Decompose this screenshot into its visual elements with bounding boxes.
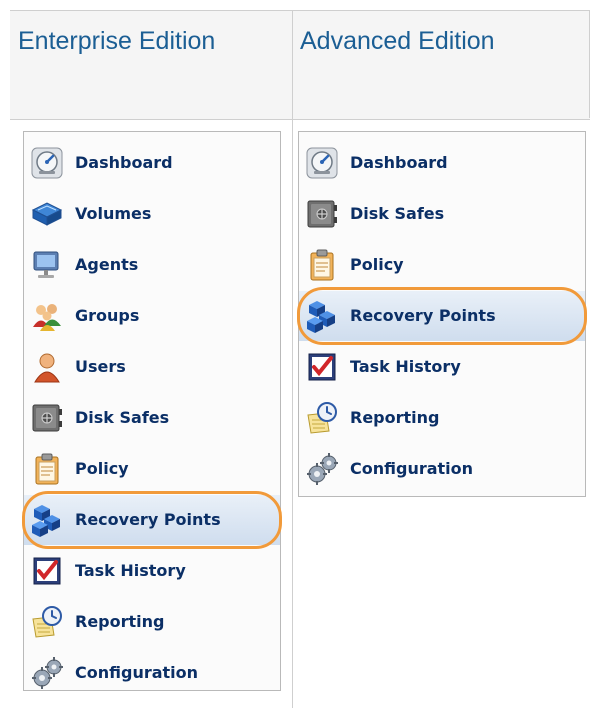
enterprise-edition-heading: Enterprise Edition — [18, 27, 216, 55]
header-cell-enterprise: Enterprise Edition — [10, 11, 292, 119]
task-history-icon — [305, 350, 339, 384]
policy-icon — [30, 452, 64, 486]
volumes-icon — [30, 197, 64, 231]
table-header-row: Enterprise Edition Advanced Edition — [10, 10, 590, 120]
advanced-nav-item-policy[interactable]: Policy — [299, 240, 585, 290]
enterprise-nav-item-configuration[interactable]: Configuration — [24, 648, 280, 698]
enterprise-nav-item-disk-safes[interactable]: Disk Safes — [24, 393, 280, 443]
advanced-edition-heading: Advanced Edition — [300, 27, 495, 55]
disk-safe-icon — [30, 401, 64, 435]
advanced-nav-item-reporting[interactable]: Reporting — [299, 393, 585, 443]
nav-item-label: Dashboard — [350, 153, 448, 172]
advanced-nav-item-configuration[interactable]: Configuration — [299, 444, 585, 494]
enterprise-nav-item-task-history[interactable]: Task History — [24, 546, 280, 596]
nav-item-label: Policy — [350, 255, 404, 274]
enterprise-nav-item-policy[interactable]: Policy — [24, 444, 280, 494]
enterprise-nav-item-users[interactable]: Users — [24, 342, 280, 392]
nav-item-label: Configuration — [75, 663, 199, 682]
advanced-nav-item-disk-safes[interactable]: Disk Safes — [299, 189, 585, 239]
policy-icon — [305, 248, 339, 282]
nav-item-label: Agents — [75, 255, 139, 274]
configuration-icon — [305, 452, 339, 486]
nav-item-label: Task History — [75, 561, 186, 580]
enterprise-nav-item-volumes[interactable]: Volumes — [24, 189, 280, 239]
right-border — [589, 10, 590, 118]
reporting-icon — [30, 605, 64, 639]
enterprise-nav-menu: Dashboard Volumes Agents Groups Users Disk Sa… — [22, 131, 282, 691]
nav-item-label: Reporting — [75, 612, 165, 631]
nav-item-label: Task History — [350, 357, 461, 376]
nav-item-label: Policy — [75, 459, 129, 478]
column-divider — [292, 10, 293, 708]
dashboard-icon — [305, 146, 339, 180]
advanced-nav-menu: Dashboard Disk Safes Policy Recovery Points… — [297, 131, 587, 497]
enterprise-nav-item-groups[interactable]: Groups — [24, 291, 280, 341]
nav-item-label: Disk Safes — [75, 408, 170, 427]
nav-item-label: Reporting — [350, 408, 440, 427]
enterprise-nav-item-agents[interactable]: Agents — [24, 240, 280, 290]
nav-item-label: Dashboard — [75, 153, 173, 172]
configuration-icon — [30, 656, 64, 690]
groups-icon — [30, 299, 64, 333]
reporting-icon — [305, 401, 339, 435]
dashboard-icon — [30, 146, 64, 180]
nav-item-label: Groups — [75, 306, 140, 325]
task-history-icon — [30, 554, 64, 588]
disk-safe-icon — [305, 197, 339, 231]
enterprise-nav-item-reporting[interactable]: Reporting — [24, 597, 280, 647]
nav-item-label: Disk Safes — [350, 204, 445, 223]
advanced-nav-item-task-history[interactable]: Task History — [299, 342, 585, 392]
nav-item-label: Users — [75, 357, 126, 376]
agents-icon — [30, 248, 64, 282]
highlight-ring — [297, 287, 587, 345]
advanced-nav-item-dashboard[interactable]: Dashboard — [299, 138, 585, 188]
highlight-ring — [22, 491, 282, 549]
users-icon — [30, 350, 64, 384]
header-cell-advanced: Advanced Edition — [292, 11, 590, 119]
nav-item-label: Volumes — [75, 204, 152, 223]
nav-item-label: Configuration — [350, 459, 474, 478]
enterprise-nav-item-dashboard[interactable]: Dashboard — [24, 138, 280, 188]
